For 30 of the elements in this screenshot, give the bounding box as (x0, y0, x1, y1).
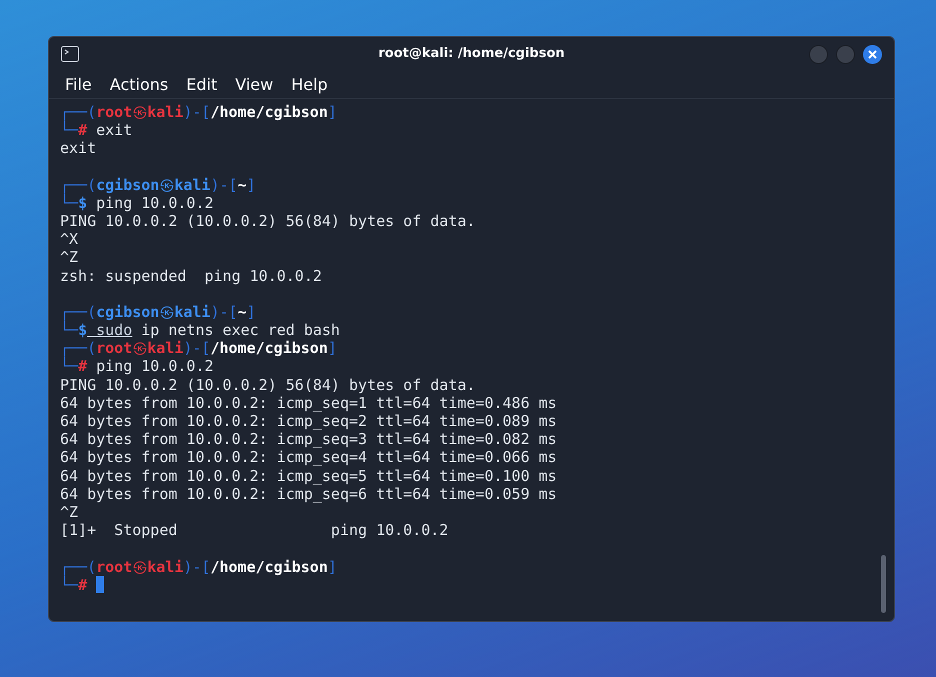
prompt-line: ┌──(root㉿kali)-[/home/cgibson] (60, 338, 337, 358)
close-button[interactable] (863, 44, 882, 64)
menu-item[interactable]: Actions (102, 72, 176, 96)
output-line: 64 bytes from 10.0.0.2: icmp_seq=4 ttl=64 time=0.066 ms (60, 448, 557, 468)
output-line: 64 bytes from 10.0.0.2: icmp_seq=1 ttl=64 time=0.486 ms (60, 394, 557, 414)
menu-item[interactable]: Edit (178, 72, 226, 96)
output-line: [1]+ Stopped ping 10.0.0.2 (60, 520, 448, 542)
prompt-line: ┌──(root㉿kali)-[/home/cgibson] (60, 102, 337, 121)
terminal-icon (61, 46, 79, 62)
command-line: └─# ping 10.0.0.2 (60, 356, 214, 378)
prompt-line: ┌──(cgibson㉿kali)-[~] (60, 302, 256, 321)
maximize-button[interactable] (836, 44, 855, 64)
menu-item[interactable]: File (57, 72, 100, 96)
command-line: └─# (60, 576, 88, 596)
command-line: └─$ ping 10.0.0.2 (60, 194, 214, 214)
output-line: PING 10.0.0.2 (10.0.0.2) 56(84) bytes of data. (60, 374, 476, 396)
close-icon (868, 50, 877, 58)
scrollbar-thumb[interactable] (881, 555, 886, 613)
minimize-button[interactable] (809, 44, 828, 64)
output-line: 64 bytes from 10.0.0.2: icmp_seq=3 ttl=64 time=0.082 ms (60, 430, 557, 450)
menu-item[interactable]: Help (283, 72, 336, 96)
command-line: └─$ sudo ip netns exec red bash (60, 320, 340, 340)
output-line: PING 10.0.0.2 (10.0.0.2) 56(84) bytes of data. (60, 212, 476, 232)
prompt-line: ┌──(root㉿kali)-[/home/cgibson] (60, 556, 337, 576)
output-line: 64 bytes from 10.0.0.2: icmp_seq=2 ttl=64 time=0.089 ms (60, 412, 557, 432)
output-line: zsh: suspended ping 10.0.0.2 (60, 266, 322, 287)
window-title: root@kali: /home/cgibson (378, 45, 565, 64)
output-line: 64 bytes from 10.0.0.2: icmp_seq=5 ttl=64 time=0.100 ms (60, 466, 557, 487)
prompt-line: ┌──(cgibson㉿kali)-[~] (60, 174, 256, 194)
menu-item[interactable]: View (227, 72, 282, 96)
